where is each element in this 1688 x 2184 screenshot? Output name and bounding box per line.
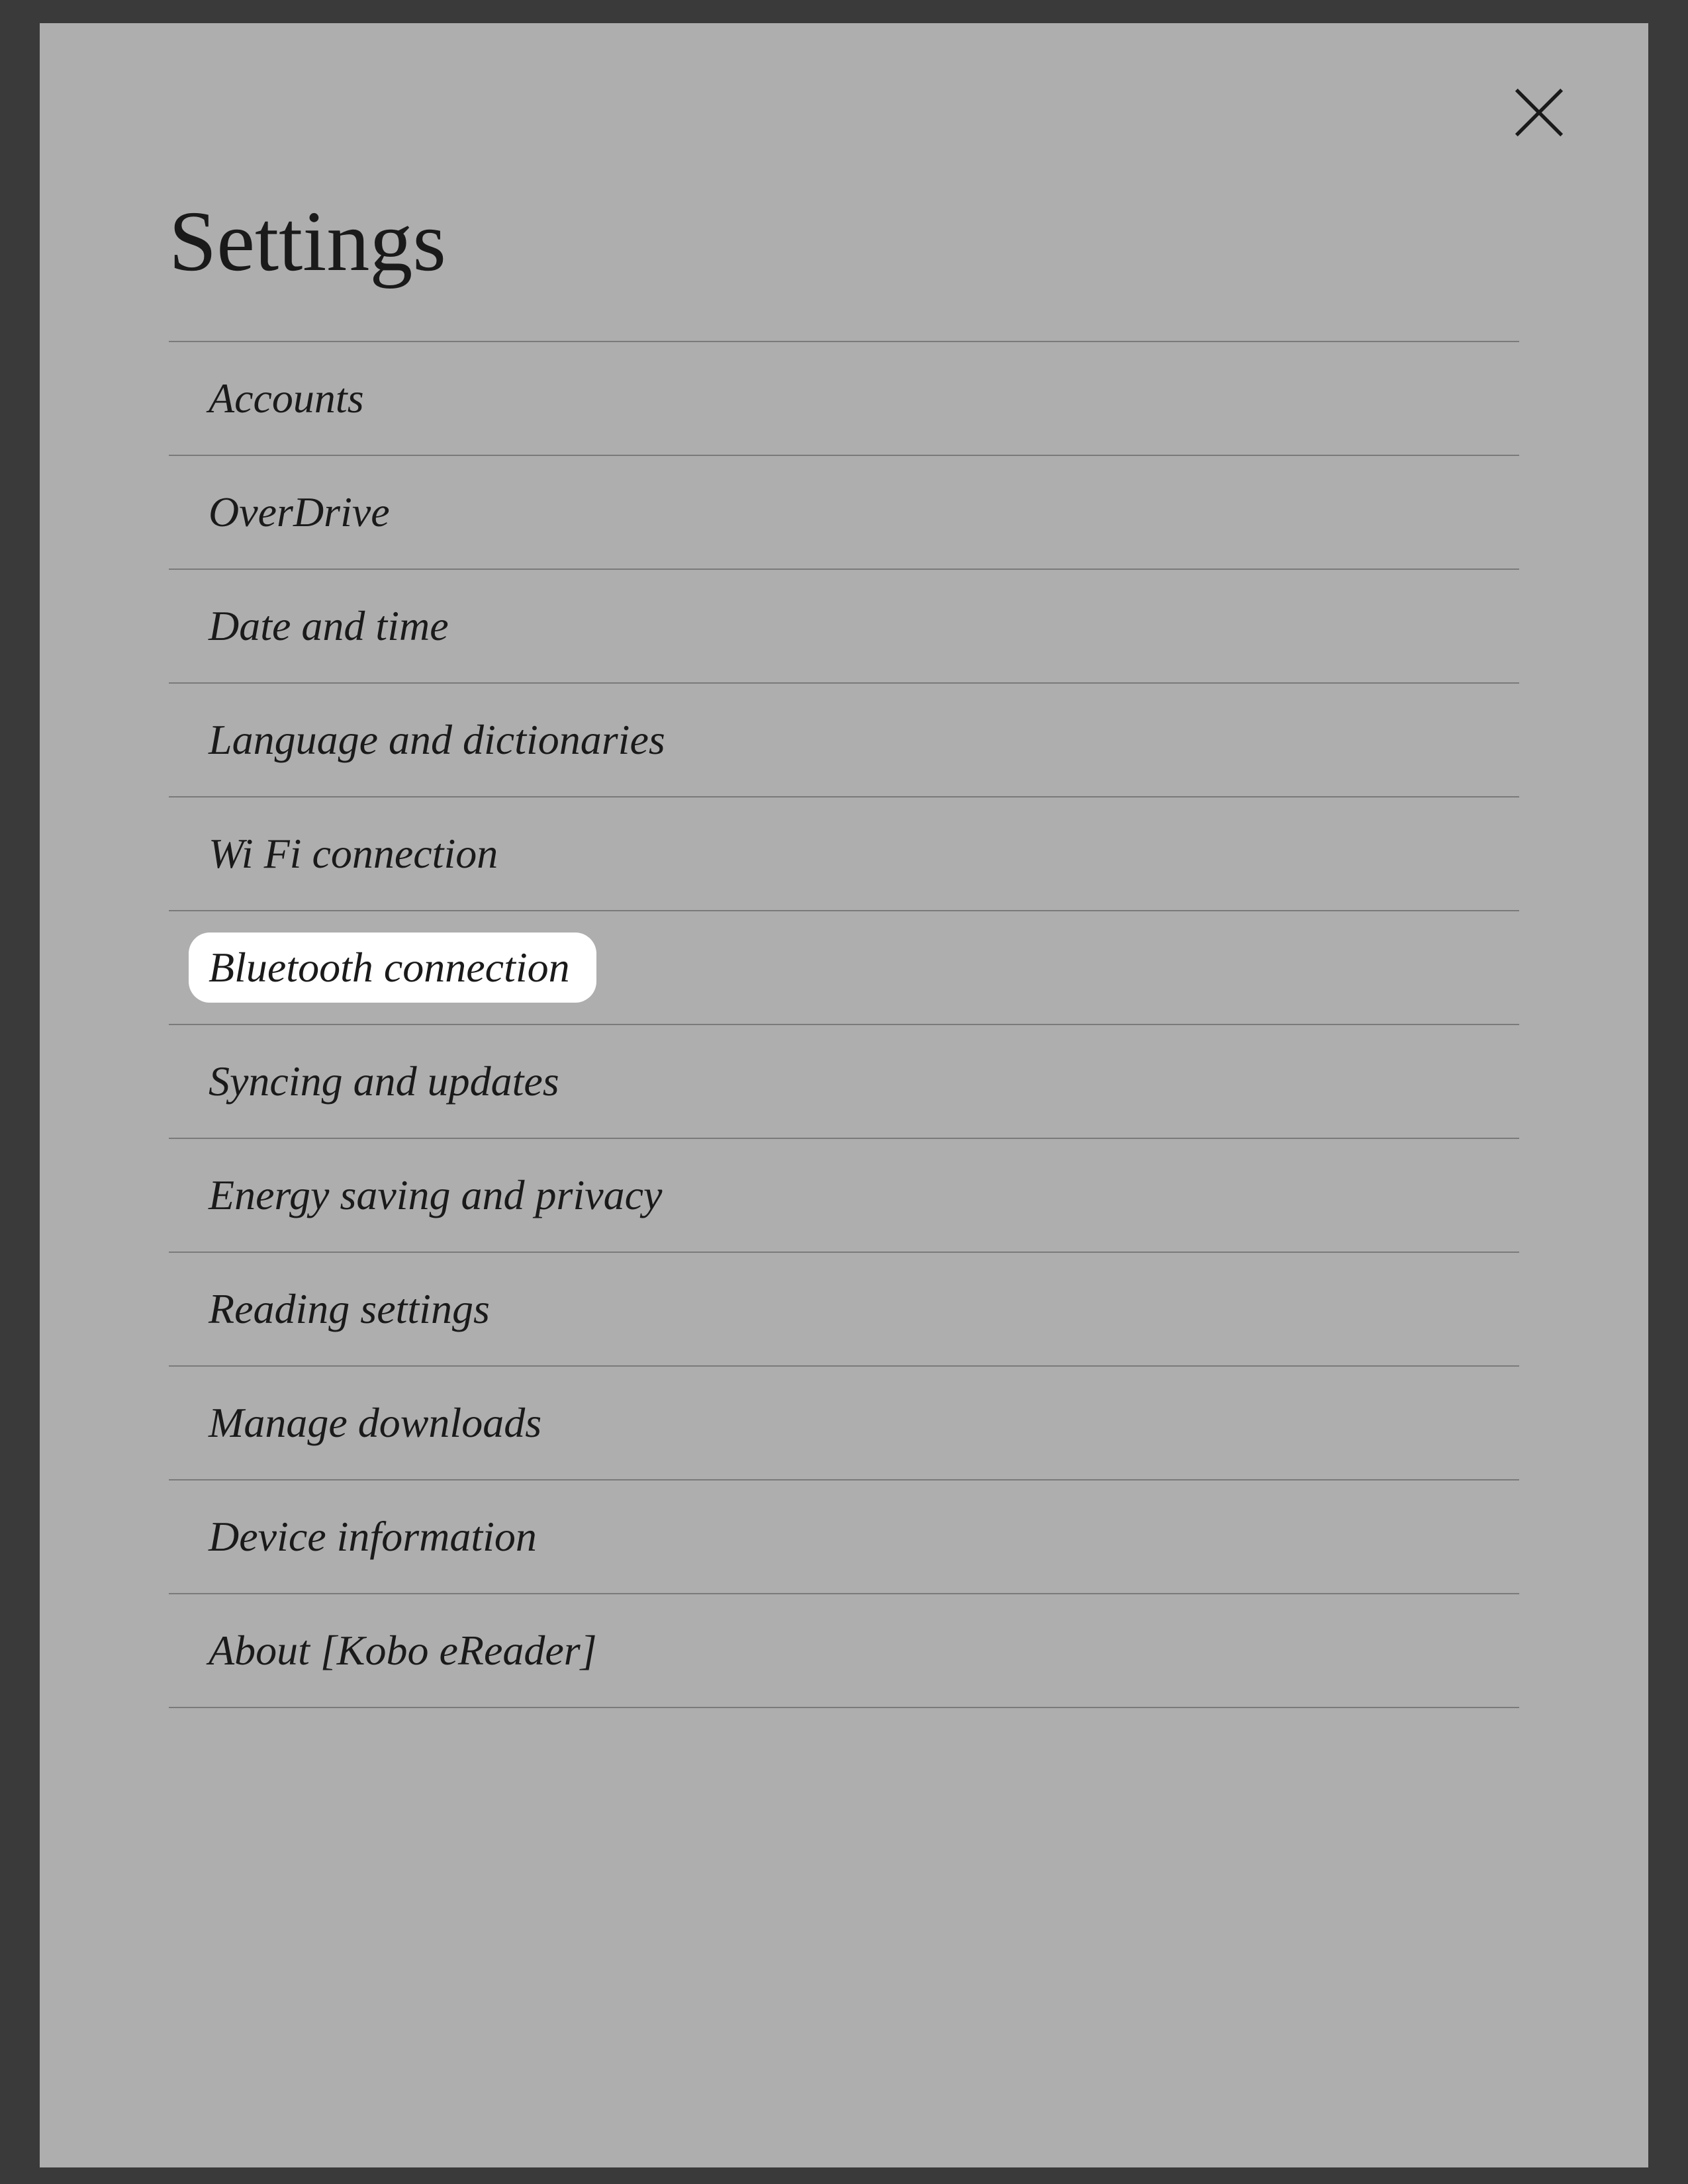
settings-item-label: OverDrive [209,488,390,535]
settings-item-device-info[interactable]: Device information [169,1479,1519,1593]
settings-item-label: Accounts [209,375,364,422]
settings-item-downloads[interactable]: Manage downloads [169,1365,1519,1479]
settings-item-overdrive[interactable]: OverDrive [169,455,1519,569]
settings-item-label: Energy saving and privacy [209,1171,662,1218]
settings-item-accounts[interactable]: Accounts [169,341,1519,455]
settings-item-label: Manage downloads [209,1399,541,1446]
settings-item-language[interactable]: Language and dictionaries [169,682,1519,796]
settings-item-reading[interactable]: Reading settings [169,1251,1519,1365]
settings-item-bluetooth[interactable]: Bluetooth connection [169,910,1519,1024]
highlight-badge: Bluetooth connection [189,933,596,1003]
settings-item-label: Syncing and updates [209,1058,559,1105]
settings-item-label: Language and dictionaries [209,716,665,763]
settings-item-syncing[interactable]: Syncing and updates [169,1024,1519,1138]
page-title: Settings [169,23,1519,341]
settings-item-label: Reading settings [209,1285,490,1332]
settings-item-wifi[interactable]: Wi Fi connection [169,796,1519,910]
settings-item-energy-privacy[interactable]: Energy saving and privacy [169,1138,1519,1251]
settings-item-date-time[interactable]: Date and time [169,569,1519,682]
settings-item-label: Date and time [209,602,449,649]
close-button[interactable] [1506,79,1572,146]
settings-list: Accounts OverDrive Date and time Languag… [169,341,1519,1708]
settings-item-label: Device information [209,1513,537,1560]
settings-item-label: Bluetooth connection [209,944,570,991]
close-icon [1509,83,1569,142]
settings-item-label: About [Kobo eReader] [209,1627,597,1674]
settings-item-about[interactable]: About [Kobo eReader] [169,1593,1519,1708]
settings-panel: Settings Accounts OverDrive Date and tim… [40,23,1648,2167]
settings-item-label: Wi Fi connection [209,830,498,877]
